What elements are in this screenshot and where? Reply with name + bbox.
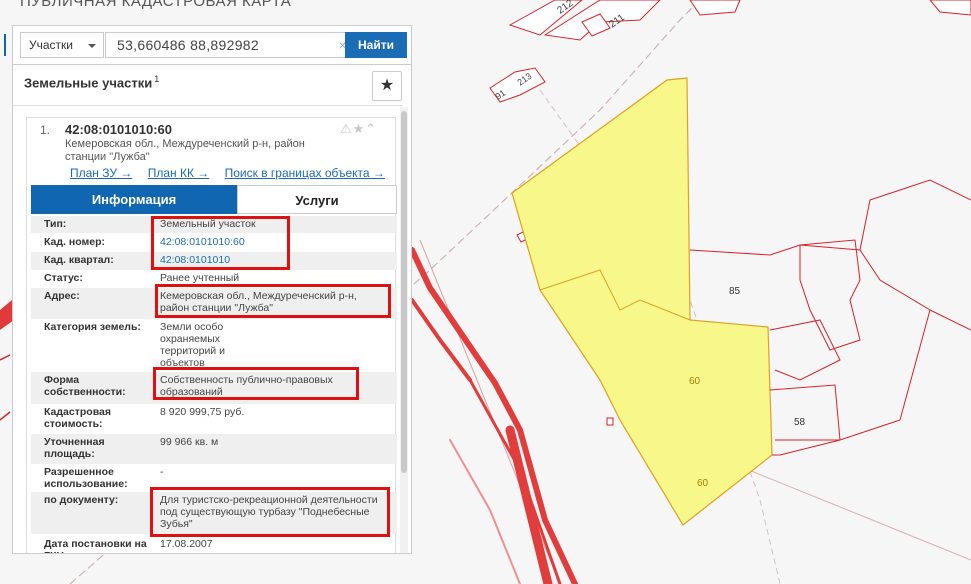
search-input[interactable]: 53,660486 88,892982 × xyxy=(105,32,355,58)
info-label: Категория земель: xyxy=(44,321,141,333)
highlight-box-ownership xyxy=(153,367,359,400)
scroll-thumb[interactable] xyxy=(401,111,407,473)
info-value: 17.08.2007 xyxy=(160,538,213,550)
result-index: 1. xyxy=(40,123,51,137)
info-label: Кад. номер: xyxy=(44,236,106,248)
info-value: 99 966 кв. м xyxy=(160,436,219,448)
result-cad-number[interactable]: 42:08:0101010:60 xyxy=(65,122,172,137)
info-row-land-category: Категория земель: Земли особо охраняемых… xyxy=(31,319,397,371)
highlight-box-document xyxy=(150,487,390,537)
info-label: Разрешенное использование: xyxy=(44,466,128,490)
info-value: 8 920 999,75 руб. xyxy=(160,406,245,418)
highlight-box-type-cad xyxy=(151,216,290,270)
star-icon: ★ xyxy=(379,77,395,94)
link-search-within[interactable]: Поиск в границах объекта → xyxy=(225,166,385,180)
tab-services[interactable]: Услуги xyxy=(237,185,397,214)
page-title: ПУБЛИЧНАЯ КАДАСТРОВАЯ КАРТА xyxy=(20,0,292,10)
link-plan-zu[interactable]: План ЗУ → xyxy=(70,166,132,180)
label-60-bottom: 60 xyxy=(697,478,709,489)
label-85: 85 xyxy=(729,286,741,297)
info-label: Уточненная площадь: xyxy=(44,436,105,460)
info-row-registration-date: Дата постановки на ГКН: 17.08.2007 xyxy=(31,536,397,553)
info-row-area: Уточненная площадь: 99 966 кв. м xyxy=(31,434,397,464)
card-action-icons[interactable]: ⚠★⌃ xyxy=(340,121,377,137)
tab-information[interactable]: Информация xyxy=(31,185,237,214)
info-label: по документу: xyxy=(44,494,119,506)
info-row-cad-value: Кадастровая стоимость: 8 920 999,75 руб. xyxy=(31,404,397,434)
panel-header: Земельные участки 1 xyxy=(24,74,159,90)
info-value: Земли особо охраняемых территорий и объе… xyxy=(160,321,225,369)
info-tabs: Информация Услуги xyxy=(31,185,397,214)
selected-parcel[interactable] xyxy=(511,77,773,526)
search-button[interactable]: Найти xyxy=(345,32,407,58)
info-label: Кадастровая стоимость: xyxy=(44,406,111,430)
info-label: Адрес: xyxy=(44,290,80,302)
favorite-star-button[interactable]: ★ xyxy=(372,71,402,101)
info-value: Ранее учтенный xyxy=(160,272,240,284)
info-label: Форма собственности: xyxy=(44,374,126,398)
search-bar: Участки 53,660486 88,892982 × Найти xyxy=(4,25,412,65)
search-type-select[interactable]: Участки xyxy=(20,32,104,58)
label-58: 58 xyxy=(794,417,806,428)
panel-scrollbar[interactable] xyxy=(400,107,408,553)
result-address: Кемеровская обл., Междуреченский р-н, ра… xyxy=(65,138,305,163)
info-label: Дата постановки на ГКН: xyxy=(44,538,147,553)
search-type-label: Участки xyxy=(29,38,73,52)
info-value: - xyxy=(160,466,164,478)
info-label: Тип: xyxy=(44,218,67,230)
link-plan-kk[interactable]: План КК → xyxy=(148,166,210,180)
info-label: Кад. квартал: xyxy=(44,254,114,266)
panel-title: Земельные участки xyxy=(24,75,153,91)
caret-down-icon xyxy=(88,44,96,48)
result-links: План ЗУ → План КК → Поиск в границах объ… xyxy=(70,166,397,180)
search-query: 53,660486 88,892982 xyxy=(117,37,259,53)
info-label: Статус: xyxy=(44,272,83,284)
label-60-top: 60 xyxy=(689,376,701,387)
menu-edge-icon[interactable] xyxy=(4,34,14,56)
result-count: 1 xyxy=(154,74,160,84)
highlight-box-address xyxy=(155,284,391,318)
divider xyxy=(13,105,403,106)
